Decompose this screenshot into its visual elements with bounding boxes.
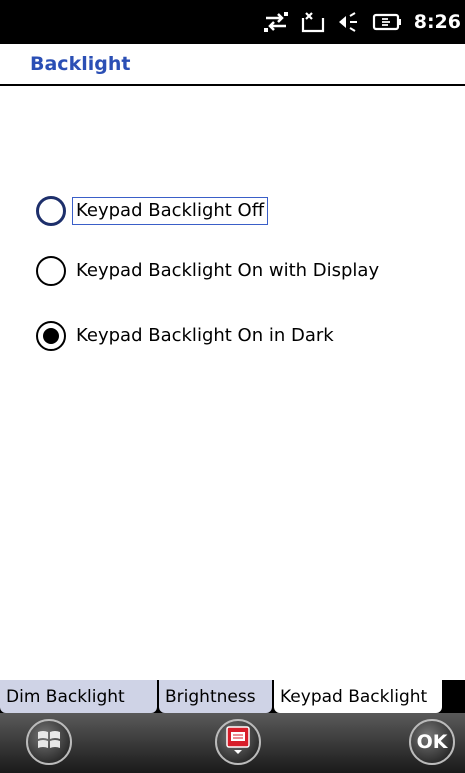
radio-button-selected[interactable] xyxy=(36,321,66,351)
windows-start-icon xyxy=(36,728,62,756)
option-keypad-backlight-on-in-dark[interactable]: Keypad Backlight On in Dark xyxy=(36,320,337,352)
bottom-bar: OK xyxy=(0,713,465,773)
battery-charging-icon xyxy=(372,10,402,34)
keyboard-button[interactable] xyxy=(215,719,261,765)
tab-bar: Dim Backlight Brightness Keypad Backligh… xyxy=(0,680,465,713)
option-keypad-backlight-on-with-display[interactable]: Keypad Backlight On with Display xyxy=(36,255,382,287)
ok-button[interactable]: OK xyxy=(409,719,455,765)
status-bar: 8:26 xyxy=(0,0,465,44)
option-label: Keypad Backlight On in Dark xyxy=(76,325,334,346)
keyboard-icon xyxy=(224,725,252,759)
connectivity-arrows-icon xyxy=(262,10,290,34)
options-panel: Keypad Backlight Off Keypad Backlight On… xyxy=(0,86,465,680)
radio-selected-dot xyxy=(43,328,59,344)
tab-label: Brightness xyxy=(165,686,256,707)
tab-label: Dim Backlight xyxy=(6,686,125,707)
clock: 8:26 xyxy=(413,11,461,33)
windows-start-button[interactable] xyxy=(26,719,72,765)
radio-button[interactable] xyxy=(36,256,66,286)
status-icons: 8:26 xyxy=(262,0,465,44)
no-signal-icon xyxy=(300,10,326,34)
option-label: Keypad Backlight Off xyxy=(71,197,269,225)
speaker-icon xyxy=(336,10,362,34)
option-label: Keypad Backlight On with Display xyxy=(76,260,380,281)
page-title: Backlight xyxy=(30,53,131,75)
radio-button[interactable] xyxy=(36,196,66,226)
tab-dim-backlight[interactable]: Dim Backlight xyxy=(0,680,157,713)
option-keypad-backlight-off[interactable]: Keypad Backlight Off xyxy=(36,195,269,227)
title-bar: Backlight xyxy=(0,44,465,86)
tab-keypad-backlight[interactable]: Keypad Backlight xyxy=(274,680,442,713)
tab-brightness[interactable]: Brightness xyxy=(159,680,272,713)
ok-label: OK xyxy=(416,731,448,753)
tab-label: Keypad Backlight xyxy=(280,686,428,707)
